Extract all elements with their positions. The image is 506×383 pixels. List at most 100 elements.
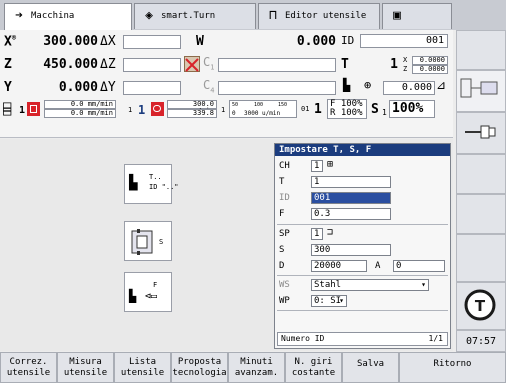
sp-field[interactable]: 1 (311, 228, 323, 240)
save-icon: ▣ (393, 8, 401, 23)
wp-value: 0: SI (314, 296, 342, 306)
z-axis-label: Z (4, 57, 12, 72)
tab-bar: ➔ Macchina ◈ smart.Turn ⊓ Editor utensil… (0, 0, 506, 30)
warning-crossed-icon (184, 56, 200, 72)
tool-x-label: X (403, 56, 408, 64)
t-value: 1 (390, 57, 398, 72)
scale-tick: 50 (232, 102, 239, 108)
z-value: 450.000 (43, 57, 98, 72)
dx-field (123, 35, 181, 49)
id-label: ID (341, 34, 355, 47)
tool-z-offset: 0.0000 (412, 65, 448, 74)
angle-icon: ⊿ (436, 78, 447, 92)
ws-label: WS (279, 280, 290, 290)
tool-x-offset: 0.0000 (412, 56, 448, 65)
y-axis-label: Y (4, 80, 12, 95)
id-field[interactable]: 001 (311, 192, 391, 204)
save-button[interactable]: Salva (342, 352, 399, 383)
tool-correction-button[interactable]: Correz. utensile (0, 352, 57, 383)
tool-view-softkey[interactable] (456, 70, 506, 112)
id-field: 001 (360, 34, 448, 48)
tool-button-line1: T.. (149, 173, 162, 181)
c4-label: C4 (203, 78, 215, 95)
tool-icon: ⊓ (269, 8, 277, 23)
dy-label: ΔY (100, 80, 116, 95)
x-axis-label: X® (4, 34, 17, 50)
tab-label: Editor utensile (285, 11, 367, 21)
a-label: A (375, 261, 381, 271)
spare-vertical-softkey[interactable] (456, 30, 506, 70)
tab-save[interactable]: ▣ (382, 3, 452, 29)
ws-value: Stahl (314, 280, 342, 290)
f-field[interactable]: 0.3 (311, 208, 391, 220)
status-panel: X® 300.000 ΔX W 0.000 ID 001 Z 450.000 Δ… (0, 30, 453, 138)
s-field[interactable]: 300 (311, 244, 391, 256)
f-label: F (279, 209, 285, 219)
ws-select[interactable]: Stahl ▾ (311, 279, 429, 291)
wp-select[interactable]: 0: SI ▾ (311, 295, 347, 307)
scale-zero: 0 (232, 110, 236, 117)
s-label: S (279, 245, 285, 255)
diamond-arrow-icon: ◈ (145, 8, 153, 23)
scale-channel: 1 (221, 106, 226, 114)
x-value: 300.000 (43, 34, 98, 49)
d-label: D (279, 261, 285, 271)
ch-label: CH (279, 161, 290, 171)
set-feed-button[interactable]: ▙ F ⊲▭ (124, 272, 172, 312)
tool-z-label: Z (403, 65, 408, 73)
override-s-label: S (371, 102, 379, 117)
y-value: 0.000 (58, 80, 98, 95)
ch-field[interactable]: 1 (311, 160, 323, 172)
channel-icon: ⊞ (327, 159, 334, 170)
tool-view-icon (460, 78, 498, 98)
a-field[interactable]: 0 (393, 260, 445, 272)
spindle-icon: ⊐ (327, 227, 334, 238)
technology-proposal-button[interactable]: Proposta tecnologia (171, 352, 228, 383)
dz-field (123, 58, 181, 72)
dialog-separator (277, 224, 448, 225)
vertical-softkey-3[interactable] (456, 154, 506, 194)
chevron-down-icon: ▾ (339, 296, 344, 305)
scale-tick: 150 (278, 102, 288, 108)
scale-value: 3000 u/min (244, 110, 281, 117)
spindle-button-label: S (159, 238, 164, 246)
dialog-status-bar: Numero ID 1/1 (277, 332, 448, 346)
status-message: Numero ID (281, 334, 325, 343)
tool-list-button[interactable]: Lista utensile (114, 352, 171, 383)
t-label: T (341, 57, 349, 72)
dialog-title: Impostare T, S, F (275, 144, 450, 156)
measure-tool-button[interactable]: Misura utensile (57, 352, 114, 383)
chuck-icon (465, 125, 496, 139)
tab-editor-utensile[interactable]: ⊓ Editor utensile (258, 3, 380, 29)
set-spindle-button[interactable]: S (124, 221, 172, 261)
angle-field: 0.000 (383, 81, 435, 95)
t-label: T (279, 177, 285, 187)
tab-macchina[interactable]: ➔ Macchina (4, 3, 132, 30)
spindle-speed-top: 300.0 m/min (167, 100, 217, 115)
tool-holder-icon: ▙ (343, 78, 351, 92)
c4-field (218, 81, 336, 95)
id-label: ID (279, 193, 290, 203)
vertical-softkey-4[interactable] (456, 194, 506, 234)
constant-speed-button[interactable]: N. giri costante (285, 352, 342, 383)
tool-icon: ▙ (129, 175, 138, 191)
spindle-number: 1 (138, 103, 146, 117)
set-tsf-dialog: Impostare T, S, F CH 1 ⊞ T 1 ID 001 F 0.… (274, 143, 451, 349)
d-field[interactable]: 20000 (311, 260, 367, 272)
feed-channel: 1 (19, 105, 26, 116)
svg-text:T: T (475, 297, 486, 315)
tab-smart-turn[interactable]: ◈ smart.Turn (134, 3, 256, 29)
feed-per-minute-button[interactable]: Minuti avanzam. (228, 352, 285, 383)
set-tool-button[interactable]: ▙ T.. ID ".." (124, 164, 179, 204)
target-icon: ⊕ (364, 78, 372, 92)
chuck-softkey[interactable] (456, 112, 506, 154)
tech-data-softkey[interactable]: T (456, 282, 506, 330)
tab-label: smart.Turn (161, 11, 216, 21)
override-r: 100% (340, 108, 363, 118)
back-button[interactable]: Ritorno (399, 352, 506, 383)
dialog-separator (277, 275, 448, 276)
vertical-softkey-5[interactable] (456, 234, 506, 282)
feed-button-label: F (153, 281, 158, 289)
t-field[interactable]: 1 (311, 176, 391, 188)
wp-label: WP (279, 296, 290, 306)
